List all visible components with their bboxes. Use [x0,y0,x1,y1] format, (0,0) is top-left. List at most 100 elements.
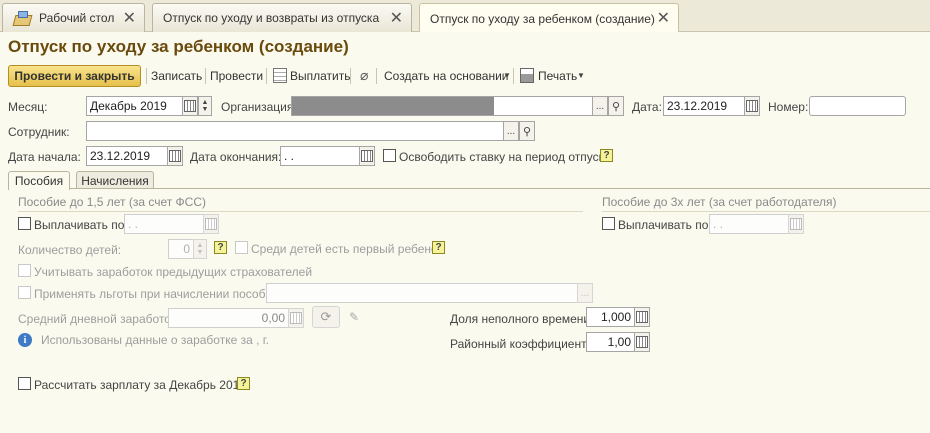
children-count-field[interactable]: 0 [168,239,194,259]
pay-until-right-calendar[interactable] [788,214,804,234]
employee-search-icon[interactable]: ⚲ [519,121,535,141]
employee-label: Сотрудник: [8,125,70,139]
section-divider [18,211,583,212]
start-date-calendar-button[interactable] [167,146,183,166]
save-button[interactable]: Записать [151,69,202,83]
toolbar-separator [350,68,351,84]
pay-button[interactable]: Выплатить [290,69,351,83]
first-child-checkbox[interactable] [235,241,248,254]
toolbar-separator [146,68,147,84]
close-icon[interactable]: ✕ [123,10,136,26]
number-field[interactable] [809,96,906,116]
end-date-calendar-button[interactable] [359,146,375,166]
privileges-label: Применять льготы при начислении пособия [34,287,279,301]
post-and-close-button[interactable]: Провести и закрыть [8,65,141,87]
avg-daily-calc-button[interactable] [288,308,304,328]
calculator-icon [636,311,648,323]
window-tab-desktop[interactable]: Рабочий стол ✕ [2,3,145,32]
tab-divider [8,188,930,189]
toolbar-separator [266,68,267,84]
calendar-icon [790,218,802,230]
tab-accruals[interactable]: Начисления [76,171,154,189]
spin-up-icon[interactable]: ▲ [202,99,209,106]
regional-coef-field[interactable]: 1,00 [586,332,635,352]
help-icon[interactable]: ? [432,241,445,254]
month-field[interactable]: Декабрь 2019 [86,96,183,116]
employee-select-button[interactable]: ... [503,121,519,141]
pay-until-left-field[interactable]: . . [124,214,204,234]
number-label: Номер: [768,100,809,114]
info-icon: i [18,333,32,347]
calendar-icon [169,150,181,162]
window-tab-label: Отпуск по уходу и возвраты из отпуска [163,11,380,25]
partial-time-calc-button[interactable] [634,307,650,327]
window-tab-leave-list[interactable]: Отпуск по уходу и возвраты из отпуска ✕ [152,3,412,32]
spin-down-icon[interactable]: ▼ [202,106,209,113]
privileges-checkbox[interactable] [18,286,31,299]
free-rate-checkbox[interactable] [383,149,396,162]
privileges-select-button[interactable]: ... [577,283,593,303]
help-icon[interactable]: ? [214,241,227,254]
prev-insurers-checkbox[interactable] [18,264,31,277]
calendar-icon [184,100,196,112]
pay-icon[interactable] [273,68,287,83]
calc-salary-checkbox[interactable] [18,377,31,390]
month-calendar-button[interactable] [182,96,198,116]
date-label: Дата: [632,100,662,114]
help-icon[interactable]: ? [600,149,613,162]
regional-coef-calc-button[interactable] [634,332,650,352]
partial-time-field[interactable]: 1,000 [586,307,635,327]
date-field[interactable]: 23.12.2019 [663,96,745,116]
close-icon[interactable]: ✕ [390,10,403,26]
start-date-label: Дата начала: [8,150,81,164]
children-count-spinner[interactable]: ▲ ▼ [193,239,207,259]
organization-field[interactable] [291,96,593,116]
help-icon[interactable]: ? [237,377,250,390]
create-based-on-button[interactable]: Создать на основании [384,69,509,83]
edit-icon[interactable]: ✎ [349,310,359,324]
organization-select-button[interactable]: ... [592,96,608,116]
calculator-icon [636,336,648,348]
desktop-icon [13,11,31,25]
chevron-down-icon[interactable]: ▼ [577,71,585,80]
tab-benefits[interactable]: Пособия [8,171,70,190]
date-calendar-button[interactable] [744,96,760,116]
start-date-field[interactable]: 23.12.2019 [86,146,168,166]
refresh-icon[interactable]: ⟳ [312,306,340,328]
month-label: Месяц: [8,100,48,114]
spin-down-icon[interactable]: ▼ [197,249,204,256]
pay-until-left-calendar[interactable] [203,214,219,234]
pay-until-left-checkbox[interactable] [18,217,31,230]
pay-until-right-checkbox[interactable] [602,217,615,230]
calculator-icon [290,312,302,324]
calc-salary-label: Рассчитать зарплату за Декабрь 2019 [34,378,247,392]
regional-coef-label: Районный коэффициент: [450,337,590,351]
window-tab-label: Отпуск по уходу за ребенком (создание) [430,11,655,26]
organization-search-icon[interactable]: ⚲ [608,96,624,116]
month-spinner[interactable]: ▲ ▼ [198,96,212,116]
spin-up-icon[interactable]: ▲ [197,242,204,249]
close-icon[interactable]: ✕ [657,10,670,26]
chevron-down-icon[interactable]: ▼ [503,71,511,80]
avg-daily-earnings-label: Средний дневной заработок: [18,312,180,326]
pay-until-right-field[interactable]: . . [709,214,789,234]
toolbar-separator [205,68,206,84]
free-rate-label: Освободить ставку на период отпуска [399,150,611,164]
post-button[interactable]: Провести [210,69,263,83]
end-date-label: Дата окончания: [190,150,282,164]
employer-benefit-header: Пособие до 3х лет (за счет работодателя) [602,195,837,209]
pay-until-left-label: Выплачивать по [34,218,125,232]
prev-insurers-label: Учитывать заработок предыдущих страховат… [34,265,313,279]
window-tab-current-document[interactable]: Отпуск по уходу за ребенком (создание) ✕ [419,3,679,33]
redacted-block [292,97,494,115]
first-child-label: Среди детей есть первый ребенок [251,242,443,256]
employee-field[interactable] [86,121,504,141]
avg-daily-earnings-field[interactable]: 0,00 [168,308,289,328]
earnings-info-text: Использованы данные о заработке за , г. [41,333,270,347]
printer-icon[interactable] [520,68,534,83]
attachment-icon[interactable]: ⌀ [360,68,368,84]
children-count-label: Количество детей: [18,243,122,257]
end-date-field[interactable]: . . [280,146,360,166]
privileges-field[interactable] [266,283,578,303]
print-button[interactable]: Печать [538,69,577,83]
